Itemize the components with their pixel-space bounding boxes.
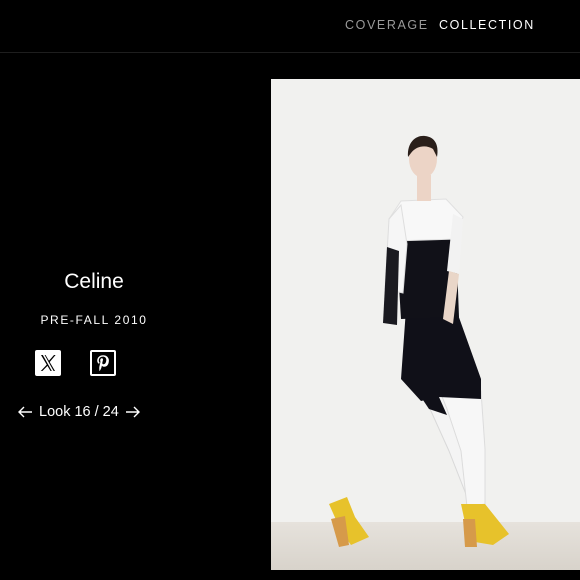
pinterest-icon bbox=[92, 352, 114, 374]
arrow-right-icon[interactable] bbox=[125, 404, 141, 420]
pinterest-share-button[interactable] bbox=[90, 350, 116, 376]
look-counter: Look 16 / 24 bbox=[39, 404, 119, 420]
look-navigation: Look 16 / 24 bbox=[0, 402, 160, 422]
designer-name: Celine bbox=[64, 270, 124, 293]
x-logo-icon bbox=[40, 355, 56, 371]
top-navigation: COVERAGE COLLECTION bbox=[0, 0, 580, 53]
nav-collection[interactable]: COLLECTION bbox=[439, 18, 535, 32]
season-title: PRE-FALL 2010 bbox=[40, 313, 148, 327]
model-figure bbox=[329, 135, 509, 547]
nav-coverage[interactable]: COVERAGE bbox=[345, 18, 429, 32]
look-photo[interactable] bbox=[271, 79, 580, 570]
arrow-left-icon[interactable] bbox=[17, 404, 33, 420]
x-share-button[interactable] bbox=[35, 350, 61, 376]
